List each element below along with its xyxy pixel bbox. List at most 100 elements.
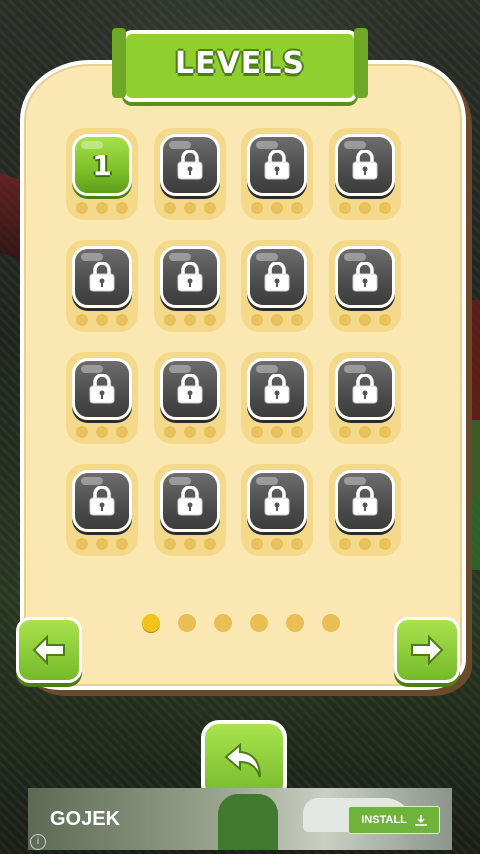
star-slot [379, 426, 391, 438]
next-page-button[interactable] [394, 617, 460, 683]
star-slot [184, 538, 196, 550]
locked-level-button[interactable] [335, 134, 395, 196]
star-slot [204, 314, 216, 326]
level-button[interactable]: 1 [72, 134, 132, 196]
star-slot [291, 314, 303, 326]
page-dot[interactable] [286, 614, 304, 632]
level-stars [76, 202, 128, 214]
level-cell [154, 464, 226, 560]
level-stars [164, 202, 216, 214]
star-slot [96, 314, 108, 326]
title-banner: LEVELS [112, 28, 368, 102]
button-highlight [256, 253, 278, 261]
page-dot[interactable] [250, 614, 268, 632]
locked-level-button[interactable] [72, 470, 132, 532]
level-cell [241, 240, 313, 336]
ad-rider-image [218, 794, 278, 850]
star-slot [359, 314, 371, 326]
locked-level-button[interactable] [72, 246, 132, 308]
star-slot [96, 426, 108, 438]
level-stars [251, 314, 303, 326]
star-slot [251, 314, 263, 326]
star-slot [96, 202, 108, 214]
locked-level-button[interactable] [247, 470, 307, 532]
button-highlight [256, 365, 278, 373]
prev-page-button[interactable] [16, 617, 82, 683]
star-slot [359, 538, 371, 550]
star-slot [164, 426, 176, 438]
level-stars [251, 426, 303, 438]
locked-level-button[interactable] [160, 246, 220, 308]
button-highlight [169, 365, 191, 373]
star-slot [204, 538, 216, 550]
lock-icon [264, 150, 290, 180]
star-slot [116, 314, 128, 326]
level-cell: 1 [66, 128, 138, 224]
level-stars [76, 314, 128, 326]
star-slot [271, 202, 283, 214]
locked-level-button[interactable] [160, 134, 220, 196]
ad-banner[interactable]: GOJEK INSTALL [28, 788, 452, 850]
star-slot [271, 538, 283, 550]
star-slot [116, 426, 128, 438]
button-highlight [344, 477, 366, 485]
level-stars [76, 538, 128, 550]
page-indicator [142, 614, 340, 632]
star-slot [251, 538, 263, 550]
page-dot-active[interactable] [142, 614, 160, 632]
level-stars [339, 314, 391, 326]
button-highlight [81, 365, 103, 373]
locked-level-button[interactable] [335, 470, 395, 532]
locked-level-button[interactable] [160, 358, 220, 420]
star-slot [379, 314, 391, 326]
button-highlight [81, 253, 103, 261]
page-dot[interactable] [214, 614, 232, 632]
level-cell [241, 352, 313, 448]
level-cell [66, 352, 138, 448]
lock-icon [89, 374, 115, 404]
locked-level-button[interactable] [160, 470, 220, 532]
star-slot [291, 538, 303, 550]
lock-icon [89, 262, 115, 292]
locked-level-button[interactable] [335, 358, 395, 420]
button-highlight [344, 253, 366, 261]
ad-info-icon[interactable]: i [30, 834, 46, 850]
star-slot [271, 426, 283, 438]
star-slot [359, 426, 371, 438]
level-number: 1 [92, 148, 112, 182]
level-stars [251, 202, 303, 214]
star-slot [271, 314, 283, 326]
ad-install-button[interactable]: INSTALL [348, 806, 440, 834]
locked-level-button[interactable] [247, 246, 307, 308]
button-highlight [344, 141, 366, 149]
level-stars [164, 426, 216, 438]
level-cell [329, 464, 401, 560]
level-stars [164, 314, 216, 326]
star-slot [184, 202, 196, 214]
level-cell [329, 240, 401, 336]
level-stars [339, 538, 391, 550]
locked-level-button[interactable] [72, 358, 132, 420]
page-dot[interactable] [322, 614, 340, 632]
level-stars [76, 426, 128, 438]
star-slot [76, 202, 88, 214]
page-dot[interactable] [178, 614, 196, 632]
button-highlight [256, 141, 278, 149]
lock-icon [352, 262, 378, 292]
star-slot [291, 202, 303, 214]
button-highlight [169, 141, 191, 149]
locked-level-button[interactable] [247, 358, 307, 420]
locked-level-button[interactable] [247, 134, 307, 196]
page-title: LEVELS [174, 46, 306, 81]
level-cell [329, 352, 401, 448]
ad-install-label: INSTALL [361, 814, 407, 826]
arrow-left-icon [32, 635, 65, 665]
level-cell [154, 240, 226, 336]
lock-icon [177, 374, 203, 404]
lock-icon [177, 262, 203, 292]
lock-icon [177, 486, 203, 516]
locked-level-button[interactable] [335, 246, 395, 308]
star-slot [291, 426, 303, 438]
star-slot [359, 202, 371, 214]
lock-icon [264, 486, 290, 516]
